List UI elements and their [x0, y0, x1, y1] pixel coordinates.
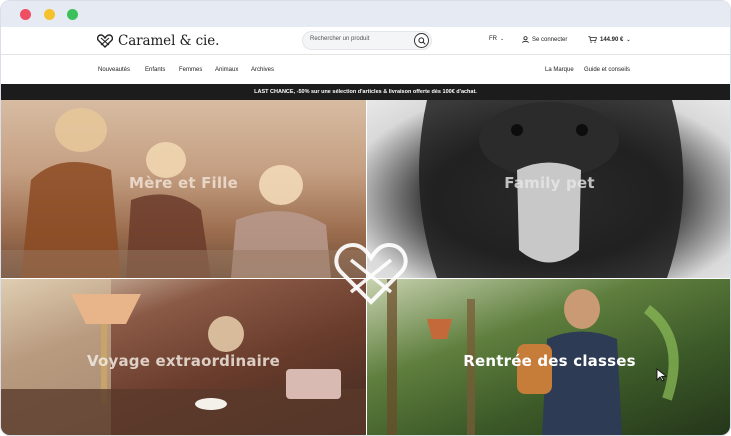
- minimize-window-dot[interactable]: [44, 9, 55, 20]
- nav-item-animaux[interactable]: Animaux: [215, 67, 238, 73]
- site-header: Caramel & cie. Rechercher un produit FR …: [1, 27, 730, 54]
- nav-item-femmes[interactable]: Femmes: [179, 67, 202, 73]
- category-tile-mere-et-fille[interactable]: Mère et Fille: [1, 100, 366, 278]
- login-link[interactable]: Se connecter: [522, 36, 567, 43]
- search-field[interactable]: Rechercher un produit: [302, 31, 432, 50]
- nav-item-nouveautes[interactable]: Nouveautés: [98, 67, 130, 73]
- main-navigation: Nouveautés Enfants Femmes Animaux Archiv…: [1, 54, 730, 84]
- chevron-down-icon: ⌄: [626, 36, 631, 43]
- nav-item-archives[interactable]: Archives: [251, 67, 274, 73]
- user-icon: [522, 36, 529, 43]
- search-input[interactable]: Rechercher un produit: [310, 36, 369, 42]
- promo-banner-text: LAST CHANCE, -50% sur une sélection d'ar…: [254, 89, 477, 95]
- window-chrome: [1, 1, 730, 27]
- tile-label: Rentrée des classes: [463, 352, 636, 370]
- cart-button[interactable]: 144.90 € ⌄: [588, 36, 631, 43]
- category-tile-family-pet[interactable]: Family pet: [367, 100, 730, 278]
- chevron-down-icon: ⌄: [500, 36, 505, 42]
- maximize-window-dot[interactable]: [67, 9, 78, 20]
- search-button[interactable]: [414, 33, 429, 48]
- browser-window: Caramel & cie. Rechercher un produit FR …: [0, 0, 731, 436]
- language-label: FR: [489, 36, 497, 42]
- heart-knot-icon: [334, 242, 408, 305]
- nav-item-guide-conseils[interactable]: Guide et conseils: [584, 67, 630, 73]
- cart-icon: [588, 36, 597, 43]
- nav-item-enfants[interactable]: Enfants: [145, 67, 165, 73]
- category-tile-rentree-des-classes[interactable]: Rentrée des classes: [367, 279, 730, 435]
- heart-knot-icon: [97, 34, 113, 48]
- tile-label: Family pet: [504, 174, 595, 192]
- tile-label: Mère et Fille: [129, 174, 238, 192]
- tile-label: Voyage extraordinaire: [87, 352, 280, 370]
- cart-total: 144.90 €: [600, 36, 624, 43]
- login-label: Se connecter: [532, 36, 568, 43]
- close-window-dot[interactable]: [20, 9, 31, 20]
- logo-text: Caramel & cie.: [118, 33, 220, 49]
- search-icon: [417, 36, 426, 45]
- site-logo[interactable]: Caramel & cie.: [97, 33, 219, 49]
- language-selector[interactable]: FR ⌄: [489, 36, 504, 42]
- mouse-cursor-icon: [656, 368, 668, 382]
- nav-item-la-marque[interactable]: La Marque: [545, 67, 574, 73]
- promo-banner[interactable]: LAST CHANCE, -50% sur une sélection d'ar…: [1, 84, 730, 100]
- category-grid: Mère et Fille Family pet Voyage extraord…: [1, 100, 730, 435]
- category-tile-voyage-extraordinaire[interactable]: Voyage extraordinaire: [1, 279, 366, 435]
